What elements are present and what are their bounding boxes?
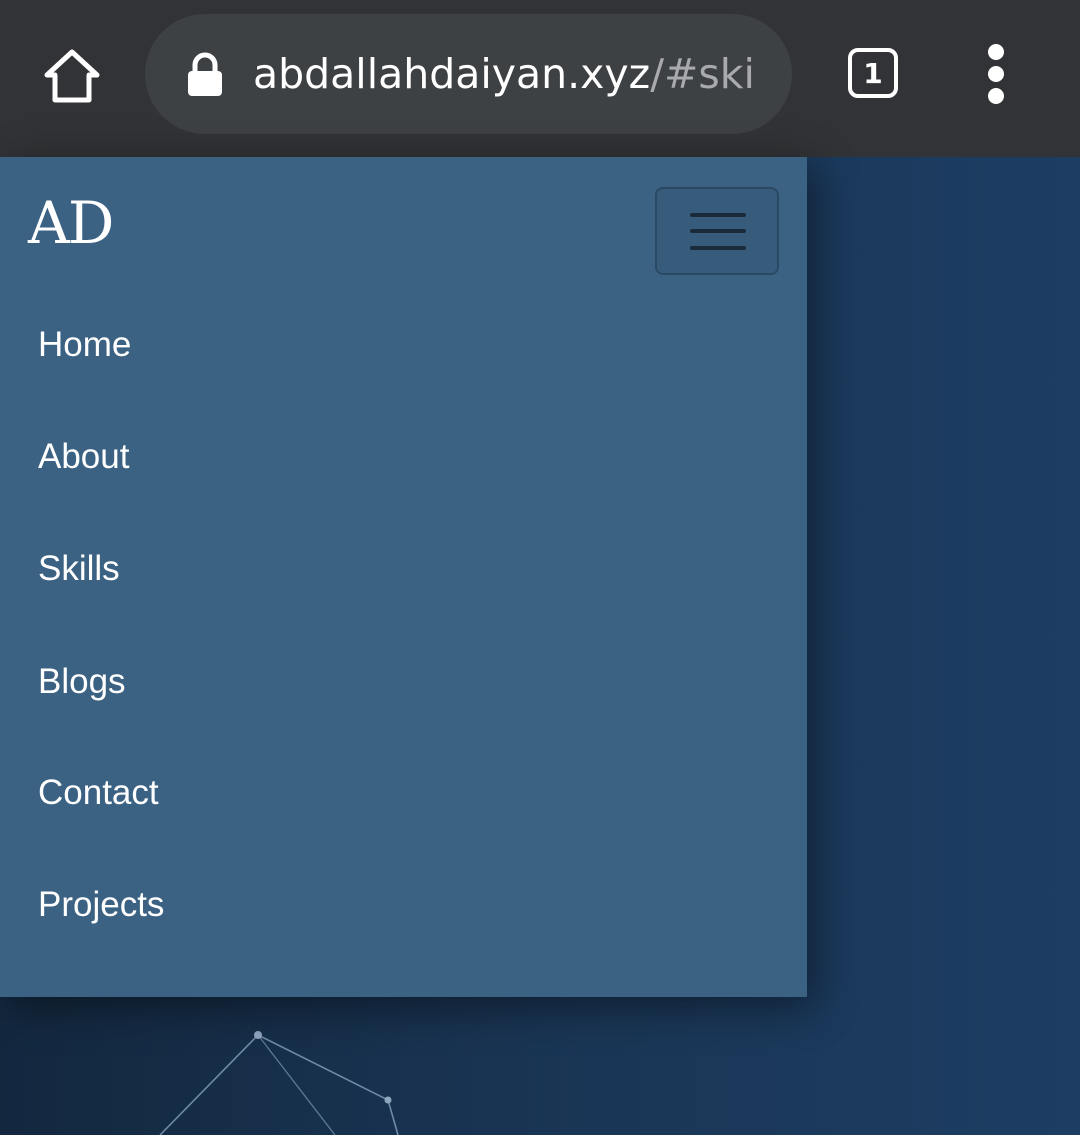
more-vert-icon[interactable] [972, 42, 1020, 106]
browser-toolbar: abdallahdaiyan.xyz/#ski 1 [0, 0, 1080, 157]
network-node [384, 1096, 392, 1104]
nav-link-contact[interactable]: Contact [38, 771, 159, 815]
screen: abdallahdaiyan.xyz/#ski 1 AD Home About … [0, 0, 1080, 1135]
address-bar[interactable]: abdallahdaiyan.xyz/#ski [145, 14, 792, 134]
menu-dot [988, 44, 1004, 60]
menu-dot [988, 88, 1004, 104]
hamburger-icon [690, 213, 746, 217]
network-line [159, 1034, 259, 1135]
home-icon [44, 49, 100, 103]
network-node [254, 1031, 262, 1039]
url-path: /#ski [650, 50, 755, 98]
nav-link-skills[interactable]: Skills [38, 547, 120, 591]
navbar-drawer: AD Home About Skills Blogs Contact Proje… [0, 157, 807, 997]
menu-dot [988, 66, 1004, 82]
nav-link-about[interactable]: About [38, 435, 129, 479]
hamburger-icon [690, 229, 746, 233]
nav-link-home[interactable]: Home [38, 323, 131, 367]
url-text[interactable]: abdallahdaiyan.xyz/#ski [253, 14, 773, 134]
brand-logo[interactable]: AD [28, 191, 114, 255]
network-line [387, 1099, 399, 1135]
url-host: abdallahdaiyan.xyz [253, 50, 651, 98]
home-button[interactable] [36, 40, 108, 112]
navbar-toggler[interactable] [655, 187, 779, 275]
tab-count: 1 [863, 56, 883, 90]
network-line [257, 1034, 336, 1135]
hamburger-icon [690, 246, 746, 250]
nav-link-blogs[interactable]: Blogs [38, 660, 126, 704]
lock-icon [188, 52, 222, 96]
nav-link-projects[interactable]: Projects [38, 883, 164, 927]
network-line [257, 1034, 389, 1101]
tab-switcher-button[interactable]: 1 [848, 48, 898, 98]
